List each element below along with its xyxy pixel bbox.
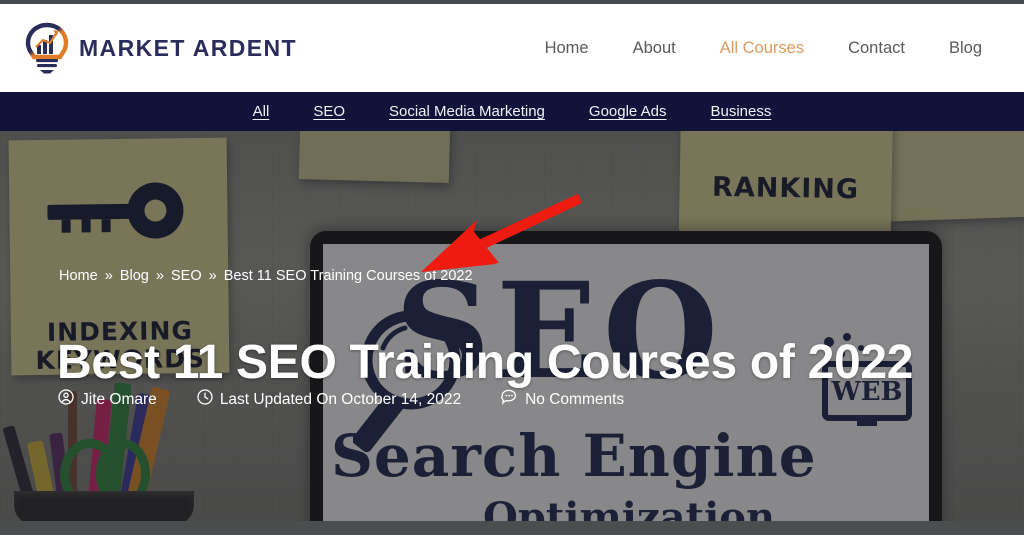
category-link-google-ads[interactable]: Google Ads [567,103,689,120]
post-date: Last Updated On October 14, 2022 [197,389,461,410]
nav-item-home[interactable]: Home [523,33,611,64]
hero-dark-overlay [0,131,1024,521]
post-meta: Jite Omare Last Updated On October 14, 2… [58,389,624,410]
post-author-name: Jite Omare [81,390,157,408]
site-logo[interactable]: MARKET ARDENT [24,22,297,74]
post-comments-text: No Comments [525,390,625,408]
page-root: MARKET ARDENT Home About All Courses Con… [0,0,1024,539]
nav-item-about[interactable]: About [611,33,698,64]
post-date-text: Last Updated On October 14, 2022 [219,390,462,408]
hero-banner: RANKING INDEXING [0,131,1024,521]
breadcrumb: Home » Blog » SEO » Best 11 SEO Training… [59,268,473,284]
site-header: MARKET ARDENT Home About All Courses Con… [0,4,1024,92]
main-navigation: Home About All Courses Contact Blog [523,33,1004,64]
breadcrumb-separator: » [104,268,113,284]
category-navigation-bar: All SEO Social Media Marketing Google Ad… [0,92,1024,131]
page-title: Best 11 SEO Training Courses of 2022 [57,336,914,390]
user-circle-icon [58,389,74,410]
nav-item-all-courses[interactable]: All Courses [698,33,826,64]
comment-bubble-icon [501,389,518,410]
breadcrumb-item-seo[interactable]: SEO [171,268,202,284]
category-link-seo[interactable]: SEO [291,103,367,120]
lightbulb-chart-icon [24,22,70,74]
nav-item-blog[interactable]: Blog [927,33,1004,64]
nav-item-contact[interactable]: Contact [826,33,927,64]
breadcrumb-separator: » [208,268,217,284]
hero-background-photo: RANKING INDEXING [0,131,1024,521]
category-link-social-media-marketing[interactable]: Social Media Marketing [367,103,567,120]
post-comments: No Comments [501,389,624,410]
brand-name: MARKET ARDENT [79,34,297,61]
browser-chrome-top-edge [0,0,1024,4]
breadcrumb-item-current: Best 11 SEO Training Courses of 2022 [223,268,473,284]
breadcrumb-item-home[interactable]: Home [59,268,98,284]
breadcrumb-item-blog[interactable]: Blog [120,268,149,284]
category-link-business[interactable]: Business [688,103,793,120]
breadcrumb-separator: » [155,268,164,284]
browser-chrome-bottom-white [0,535,1024,539]
browser-chrome-bottom-edge [0,521,1024,535]
post-author: Jite Omare [58,389,157,410]
category-link-all[interactable]: All [231,103,292,120]
clock-icon [197,389,213,410]
